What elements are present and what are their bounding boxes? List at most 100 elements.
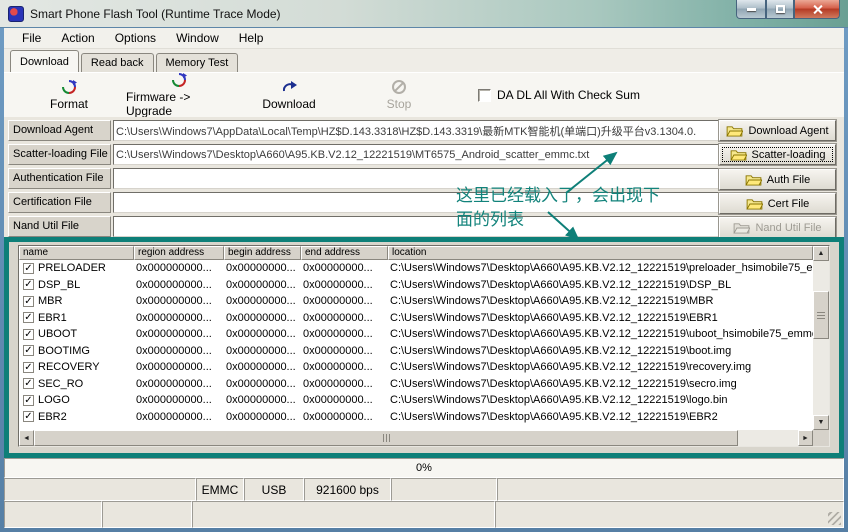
partition-name: UBOOT — [38, 328, 77, 340]
download-agent-label: Download Agent — [8, 120, 111, 141]
table-row[interactable]: ✓UBOOT0x000000000...0x00000000...0x00000… — [19, 326, 813, 343]
browse-auth-button[interactable]: Auth File — [719, 169, 836, 190]
column-region-address[interactable]: region address — [134, 246, 224, 260]
tab-read-back[interactable]: Read back — [81, 53, 154, 72]
scroll-right-button[interactable]: ► — [798, 430, 813, 446]
auth-file-row: Authentication File — [4, 168, 844, 189]
vertical-scrollbar[interactable]: ▲ ▼ — [813, 246, 829, 430]
table-row[interactable]: ✓EBR10x000000000...0x00000000...0x000000… — [19, 310, 813, 327]
progress-label: 0% — [416, 462, 432, 474]
region-address: 0x000000000... — [134, 312, 224, 324]
table-row[interactable]: ✓MBR0x000000000...0x00000000...0x0000000… — [19, 293, 813, 310]
location: C:\Users\Windows7\Desktop\A660\A95.KB.V2… — [388, 295, 813, 307]
row-checkbox[interactable]: ✓ — [23, 296, 34, 307]
download-agent-row: Download Agent — [4, 120, 844, 141]
vertical-scroll-thumb[interactable] — [813, 291, 829, 339]
folder-icon — [726, 125, 743, 137]
download-button[interactable]: Download — [236, 79, 342, 111]
maximize-button[interactable] — [766, 0, 794, 19]
status-emmc: EMMC — [196, 478, 244, 501]
end-address: 0x00000000... — [301, 295, 388, 307]
begin-address: 0x00000000... — [224, 394, 301, 406]
annotation-highlight-frame: name region address begin address end ad… — [4, 237, 844, 458]
begin-address: 0x00000000... — [224, 411, 301, 423]
table-row[interactable]: ✓RECOVERY0x000000000...0x00000000...0x00… — [19, 359, 813, 376]
row-checkbox[interactable]: ✓ — [23, 279, 34, 290]
region-address: 0x000000000... — [134, 411, 224, 423]
row-checkbox[interactable]: ✓ — [23, 329, 34, 340]
partition-name: MBR — [38, 295, 62, 307]
table-row[interactable]: ✓DSP_BL0x000000000...0x00000000...0x0000… — [19, 277, 813, 294]
minimize-icon — [747, 8, 756, 11]
tab-download[interactable]: Download — [10, 50, 79, 72]
download-agent-input[interactable] — [113, 120, 719, 141]
minimize-button[interactable] — [736, 0, 766, 19]
table-row[interactable]: ✓EBR20x000000000...0x00000000...0x000000… — [19, 409, 813, 426]
location: C:\Users\Windows7\Desktop\A660\A95.KB.V2… — [388, 411, 813, 423]
name-cell: ✓ MBR — [19, 295, 134, 307]
menu-window[interactable]: Window — [166, 29, 229, 47]
cert-file-label: Certification File — [8, 192, 111, 213]
horizontal-scrollbar[interactable]: ◄ ► — [19, 430, 813, 446]
scroll-left-button[interactable]: ◄ — [19, 430, 34, 446]
table-row[interactable]: ✓SEC_RO0x000000000...0x00000000...0x0000… — [19, 376, 813, 393]
format-button[interactable]: Format — [16, 79, 122, 111]
menu-options[interactable]: Options — [105, 29, 166, 47]
region-address: 0x000000000... — [134, 378, 224, 390]
close-button[interactable] — [794, 0, 840, 19]
horizontal-scroll-thumb[interactable] — [34, 430, 738, 446]
tab-memory-test[interactable]: Memory Test — [156, 53, 239, 72]
name-cell: ✓BOOTIMG — [19, 345, 134, 357]
window-title: Smart Phone Flash Tool (Runtime Trace Mo… — [30, 7, 281, 21]
row-checkbox[interactable]: ✓ — [23, 345, 34, 356]
location: C:\Users\Windows7\Desktop\A660\A95.KB.V2… — [388, 279, 813, 291]
browse-nand-util-button[interactable]: Nand Util File — [719, 217, 836, 238]
table-row[interactable]: ✓LOGO0x000000000...0x00000000...0x000000… — [19, 392, 813, 409]
row-checkbox[interactable]: ✓ — [23, 411, 34, 422]
menu-action[interactable]: Action — [51, 29, 104, 47]
status-cell — [391, 478, 497, 501]
location: C:\Users\Windows7\Desktop\A660\A95.KB.V2… — [388, 361, 813, 373]
partition-name: EBR2 — [38, 411, 67, 423]
column-name[interactable]: name — [19, 246, 134, 260]
firmware-upgrade-button[interactable]: Firmware -> Upgrade — [126, 72, 232, 118]
column-end-address[interactable]: end address — [301, 246, 388, 260]
end-address: 0x00000000... — [301, 345, 388, 357]
column-location[interactable]: location — [388, 246, 813, 260]
folder-icon — [730, 149, 747, 161]
resize-grip[interactable] — [828, 512, 841, 525]
name-cell: ✓ EBR2 — [19, 411, 134, 423]
table-row[interactable]: ✓PRELOADER0x000000000...0x00000000...0x0… — [19, 260, 813, 277]
end-address: 0x00000000... — [301, 279, 388, 291]
region-address: 0x000000000... — [134, 262, 224, 274]
status-cell — [192, 501, 495, 528]
begin-address: 0x00000000... — [224, 345, 301, 357]
column-begin-address[interactable]: begin address — [224, 246, 301, 260]
name-cell: ✓ LOGO — [19, 394, 134, 406]
row-checkbox[interactable]: ✓ — [23, 395, 34, 406]
stop-button[interactable]: Stop — [346, 79, 452, 111]
browse-scatter-button[interactable]: Scatter-loading — [719, 144, 836, 165]
browse-cert-button[interactable]: Cert File — [719, 193, 836, 214]
scroll-down-button[interactable]: ▼ — [813, 415, 829, 430]
status-cell — [495, 501, 844, 528]
scatter-file-input[interactable] — [113, 144, 719, 165]
partition-name: LOGO — [38, 394, 70, 406]
row-checkbox[interactable]: ✓ — [23, 312, 34, 323]
row-checkbox[interactable]: ✓ — [23, 378, 34, 389]
menu-file[interactable]: File — [12, 29, 51, 47]
app-icon[interactable] — [8, 6, 24, 22]
da-dl-checksum-checkbox[interactable]: DA DL All With Check Sum — [478, 88, 640, 102]
name-cell: ✓PRELOADER — [19, 262, 134, 274]
row-checkbox[interactable]: ✓ — [23, 263, 34, 274]
title-bar: Smart Phone Flash Tool (Runtime Trace Mo… — [0, 0, 848, 28]
begin-address: 0x00000000... — [224, 279, 301, 291]
table-row[interactable]: ✓BOOTIMG0x000000000...0x00000000...0x000… — [19, 343, 813, 360]
browse-download-agent-button[interactable]: Download Agent — [719, 120, 836, 141]
menu-help[interactable]: Help — [229, 29, 274, 47]
folder-icon — [745, 174, 762, 186]
name-cell: ✓SEC_RO — [19, 378, 134, 390]
row-checkbox[interactable]: ✓ — [23, 362, 34, 373]
location: C:\Users\Windows7\Desktop\A660\A95.KB.V2… — [388, 378, 813, 390]
scroll-up-button[interactable]: ▲ — [813, 246, 829, 261]
